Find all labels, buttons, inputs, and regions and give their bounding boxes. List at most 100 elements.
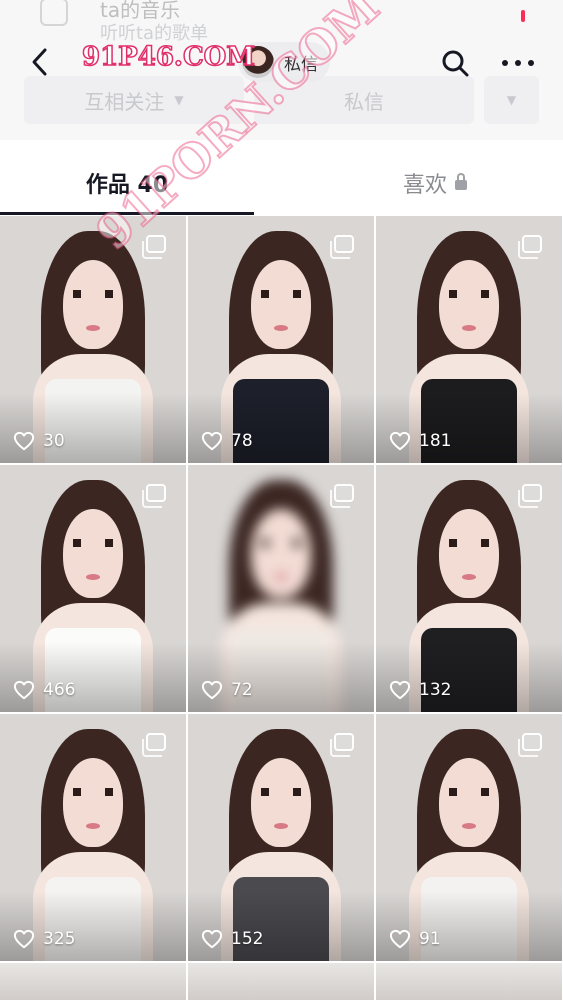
like-count: 181: [389, 431, 451, 451]
video-thumbnail[interactable]: 325: [0, 714, 186, 961]
tab-likes[interactable]: 喜欢: [308, 150, 562, 216]
multi-image-icon: [518, 733, 542, 757]
lock-icon: [455, 173, 467, 190]
thumbnail-eyes: [448, 788, 490, 796]
heart-icon: [201, 929, 223, 949]
like-count: 72: [201, 680, 253, 700]
heart-icon: [13, 680, 35, 700]
like-count-value: 30: [43, 431, 65, 451]
thumbnail-face: [439, 509, 499, 599]
like-count: 132: [389, 680, 451, 700]
thumbnail-gradient: [376, 642, 562, 712]
thumbnail-face: [439, 758, 499, 848]
like-count-value: 152: [231, 929, 264, 949]
thumbnail-lips: [461, 573, 477, 580]
video-thumbnail[interactable]: 72: [188, 465, 374, 712]
thumbnail-eyes: [448, 290, 490, 298]
like-count-value: 325: [43, 929, 76, 949]
thumbnail-lips: [461, 822, 477, 829]
thumbnail-face: [63, 509, 123, 599]
watermark-text: 91P46.COM: [81, 41, 256, 73]
heart-icon: [389, 431, 411, 451]
multi-image-icon: [330, 733, 354, 757]
thumbnail-lips: [85, 324, 101, 331]
thumbnail-lips: [85, 573, 101, 580]
video-thumbnail[interactable]: 30: [0, 216, 186, 463]
like-count-value: 466: [43, 680, 76, 700]
multi-image-icon: [330, 484, 354, 508]
video-thumbnail[interactable]: 152: [188, 714, 374, 961]
thumbnail-face: [251, 260, 311, 350]
multi-image-icon: [330, 235, 354, 259]
thumbnail-eyes: [72, 539, 114, 547]
like-count: 91: [389, 929, 441, 949]
thumbnail-face: [63, 260, 123, 350]
multi-image-icon: [142, 484, 166, 508]
video-thumbnail[interactable]: 466: [0, 465, 186, 712]
thumbnail-face: [251, 509, 311, 599]
like-count: 466: [13, 680, 75, 700]
thumbnail-face: [439, 260, 499, 350]
thumbnail-gradient: [0, 891, 186, 961]
like-count: 325: [13, 929, 75, 949]
like-count: 78: [201, 431, 253, 451]
video-thumbnail[interactable]: [188, 963, 374, 1000]
video-thumbnail[interactable]: 132: [376, 465, 562, 712]
video-thumbnail[interactable]: [376, 963, 562, 1000]
like-count-value: 78: [231, 431, 253, 451]
more-dot: [528, 60, 534, 66]
like-count-value: 181: [419, 431, 452, 451]
works-grid: 30 78 181 466 72 132 325 152 91: [0, 216, 563, 1000]
thumbnail-gradient: [188, 891, 374, 961]
video-thumbnail[interactable]: 78: [188, 216, 374, 463]
thumbnail-gradient: [376, 891, 562, 961]
back-button[interactable]: [22, 44, 58, 80]
thumbnail-gradient: [188, 393, 374, 463]
thumbnail-lips: [273, 573, 289, 580]
more-dot: [515, 60, 521, 66]
search-button[interactable]: [438, 46, 472, 80]
video-thumbnail[interactable]: 91: [376, 714, 562, 961]
heart-icon: [389, 929, 411, 949]
thumbnail-eyes: [260, 788, 302, 796]
heart-icon: [201, 680, 223, 700]
caret-down-icon: ▼: [506, 93, 517, 107]
thumbnail-face: [251, 758, 311, 848]
like-count-value: 72: [231, 680, 253, 700]
like-count: 152: [201, 929, 263, 949]
video-thumbnail[interactable]: [0, 963, 186, 1000]
thumbnail-lips: [85, 822, 101, 829]
multi-image-icon: [142, 235, 166, 259]
tab-likes-label: 喜欢: [402, 173, 447, 198]
video-thumbnail[interactable]: 181: [376, 216, 562, 463]
thumbnail-eyes: [448, 539, 490, 547]
heart-icon: [201, 431, 223, 451]
music-title: ta的音乐: [100, 0, 181, 22]
heart-icon: [13, 929, 35, 949]
thumbnail-gradient: [0, 393, 186, 463]
thumbnail-lips: [461, 324, 477, 331]
multi-image-icon: [518, 484, 542, 508]
more-button[interactable]: [498, 46, 538, 80]
profile-tabs: 作品 40 喜欢: [0, 150, 563, 216]
multi-image-icon: [518, 235, 542, 259]
like-count: 30: [13, 431, 65, 451]
caret-down-icon: ▼: [174, 93, 184, 107]
multi-image-icon: [142, 733, 166, 757]
thumbnail-eyes: [72, 290, 114, 298]
thumbnail-gradient: [188, 642, 374, 712]
search-icon: [442, 50, 469, 77]
thumbnail-gradient: [376, 393, 562, 463]
more-dot: [502, 60, 508, 66]
music-note-icon: [40, 0, 68, 26]
thumbnail-lips: [273, 822, 289, 829]
heart-icon: [389, 680, 411, 700]
chevron-left-icon: [32, 48, 47, 76]
thumbnail-lips: [273, 324, 289, 331]
like-count-value: 91: [419, 929, 441, 949]
thumbnail-image: [188, 963, 374, 1000]
thumbnail-gradient: [0, 642, 186, 712]
like-count-value: 132: [419, 680, 452, 700]
thumbnail-face: [63, 758, 123, 848]
heart-icon: [13, 431, 35, 451]
